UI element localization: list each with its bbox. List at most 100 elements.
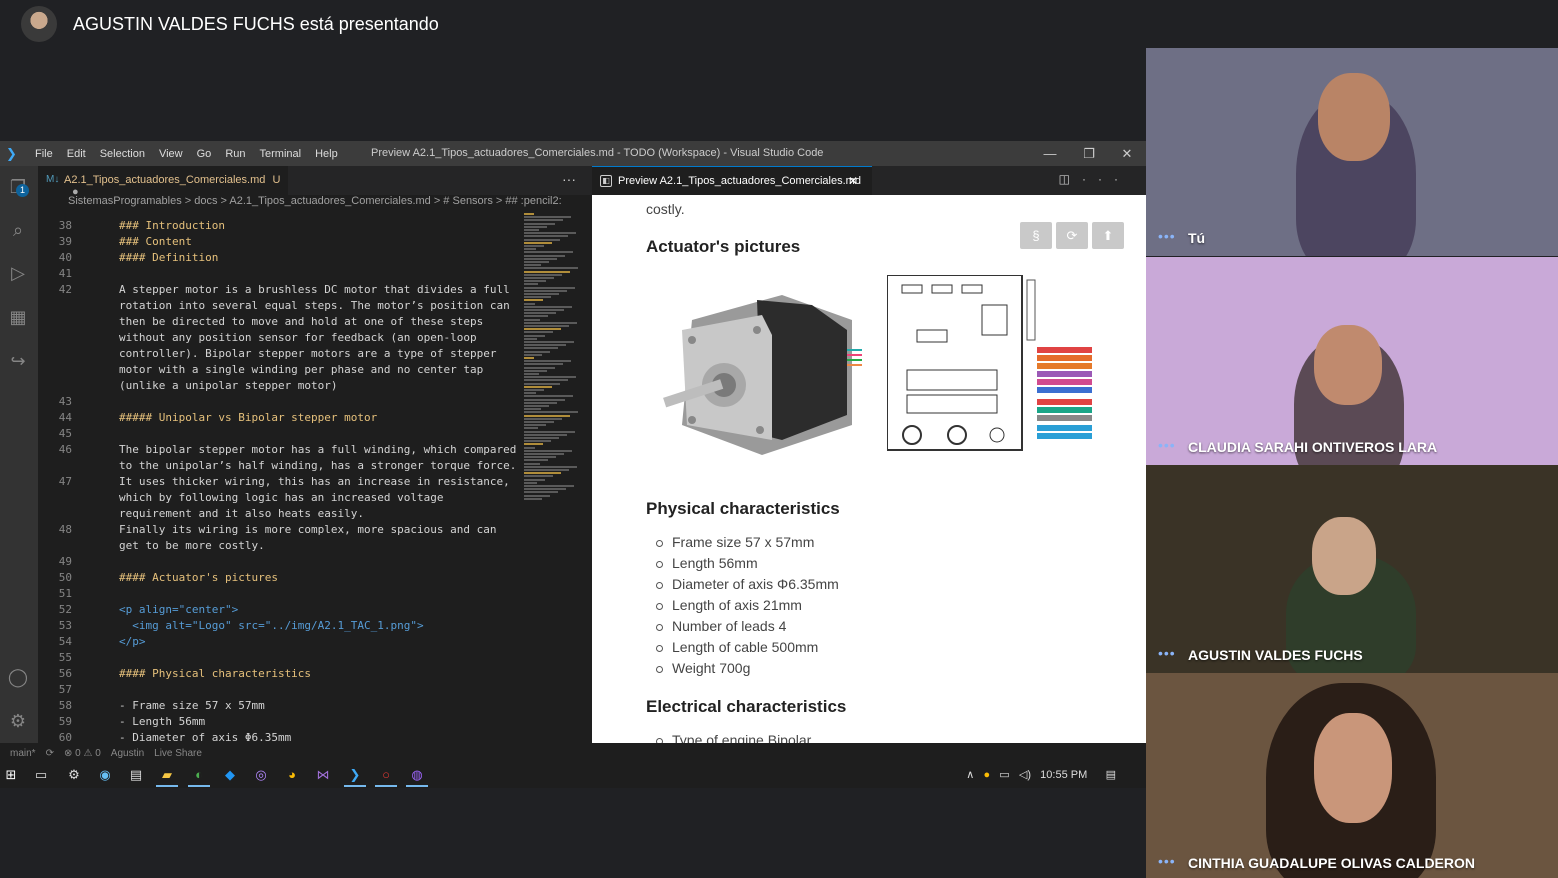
file-explorer-icon[interactable]: ▰	[159, 767, 175, 783]
minimap-line	[524, 417, 562, 420]
menu-run[interactable]: Run	[218, 148, 252, 160]
minimap-line	[524, 283, 538, 286]
browser-icon[interactable]: ◐	[191, 767, 207, 783]
app-icon[interactable]: ◆	[222, 767, 238, 783]
settings-gear-icon[interactable]: ⚙	[7, 710, 29, 732]
extensions-icon[interactable]: ▦	[7, 306, 29, 328]
code-line: - Diameter of axis Φ6.35mm	[119, 731, 292, 743]
tab-markdown-source[interactable]: M↓ A2.1_Tipos_actuadores_Comerciales.md …	[38, 166, 288, 198]
network-icon[interactable]: ▭	[999, 769, 1009, 781]
live-share-status[interactable]: Live Share	[154, 748, 202, 759]
minimap-line	[524, 395, 573, 398]
menu-terminal[interactable]: Terminal	[253, 148, 309, 160]
windows-start-icon[interactable]: ⊞	[3, 767, 19, 783]
menu-view[interactable]: View	[152, 148, 190, 160]
user-status[interactable]: Agustin	[111, 748, 144, 759]
more-options-icon[interactable]: •••	[1158, 645, 1176, 661]
tray-app-icon[interactable]: ●	[983, 769, 990, 781]
menu-file[interactable]: File	[28, 148, 60, 160]
minimap-line	[524, 232, 576, 235]
code-editor[interactable]: 38 ### Introduction 39 ### Content 40 #### De…	[38, 213, 518, 743]
accounts-icon[interactable]: ◯	[7, 666, 29, 688]
minimap-line	[524, 350, 550, 353]
preview-tab-label: Preview A2.1_Tipos_actuadores_Comerciale…	[618, 175, 861, 187]
more-options-icon[interactable]: •••	[1158, 437, 1176, 453]
settings-app-icon[interactable]: ⚙	[66, 767, 82, 783]
volume-icon[interactable]: ◁)	[1019, 769, 1031, 781]
more-options-icon[interactable]: •••	[1158, 228, 1176, 244]
menu-help[interactable]: Help	[308, 148, 345, 160]
visual-studio-icon[interactable]: ⋈	[315, 767, 331, 783]
taskbar-active-indicator	[375, 785, 397, 787]
restore-button[interactable]: ❐	[1070, 141, 1108, 166]
participant-tile-self[interactable]: ••• Tú	[1146, 48, 1558, 256]
participant-name: CINTHIA GUADALUPE OLIVAS CALDERON	[1188, 855, 1475, 871]
system-tray[interactable]: ∧ ● ▭ ◁) 10:55 PM ▤	[966, 768, 1116, 781]
tab-preview[interactable]: ◧ Preview A2.1_Tipos_actuadores_Comercia…	[592, 166, 872, 195]
menu-selection[interactable]: Selection	[93, 148, 152, 160]
problems-status[interactable]: ⊗ 0 ⚠ 0	[64, 748, 101, 759]
minimap-line	[524, 357, 534, 359]
task-view-icon[interactable]: ▭	[33, 767, 49, 783]
minimap-line	[524, 433, 567, 436]
heading-actuator-pictures: Actuator's pictures	[646, 237, 801, 256]
shared-screen-vscode[interactable]: ❯ File Edit Selection View Go Run Termin…	[0, 141, 1146, 788]
chrome-icon[interactable]: ◕	[284, 767, 300, 783]
minimap-line	[524, 222, 555, 225]
menu-go[interactable]: Go	[190, 148, 219, 160]
line-number: 47	[58, 475, 72, 488]
scroll-top-button[interactable]: ⬆	[1092, 222, 1124, 249]
breadcrumb[interactable]: SistemasProgramables > docs > A2.1_Tipos…	[38, 195, 592, 213]
minimap-line	[524, 280, 546, 283]
section-button[interactable]: §	[1020, 222, 1052, 249]
minimap-line	[524, 494, 550, 497]
messenger-icon[interactable]: ◍	[409, 767, 425, 783]
code-line: controller). Bipolar stepper motors are …	[119, 347, 497, 360]
code-line: without any position sensor for feedback…	[119, 331, 477, 344]
vscode-taskbar-icon[interactable]: ❯	[347, 767, 363, 783]
search-icon[interactable]: ⌕	[7, 219, 29, 241]
minimap-line	[524, 267, 578, 270]
tray-chevron-icon[interactable]: ∧	[966, 769, 974, 781]
minimap-line	[524, 369, 547, 372]
app-icon[interactable]: ▤	[128, 767, 144, 783]
heading-physical-characteristics: Physical characteristics	[646, 499, 840, 518]
more-options-icon[interactable]: •••	[1158, 853, 1176, 869]
minimap[interactable]	[520, 213, 580, 513]
participant-tile[interactable]: ••• CINTHIA GUADALUPE OLIVAS CALDERON	[1146, 673, 1558, 878]
list-item: Length of cable 500mm	[652, 637, 839, 658]
opera-icon[interactable]: ○	[378, 767, 394, 783]
minimap-line	[524, 315, 548, 318]
code-line: #### Physical characteristics	[119, 667, 312, 680]
clock[interactable]: 10:55 PM	[1040, 769, 1087, 781]
code-line: ### Introduction	[119, 219, 225, 232]
participant-tile[interactable]: ••• AGUSTIN VALDES FUCHS	[1146, 465, 1558, 673]
branch-status[interactable]: main*	[10, 748, 36, 759]
close-window-button[interactable]: ✕	[1108, 141, 1146, 166]
line-number: 38	[58, 219, 72, 232]
sync-icon[interactable]: ⟳	[46, 748, 54, 759]
minimap-line	[524, 251, 573, 254]
menu-edit[interactable]: Edit	[60, 148, 93, 160]
more-actions-icon[interactable]: ···	[562, 171, 576, 187]
steam-icon[interactable]: ◉	[97, 767, 113, 783]
minimap-line	[524, 277, 554, 279]
app-icon[interactable]: ◎	[253, 767, 269, 783]
refresh-button[interactable]: ⟳	[1056, 222, 1088, 249]
notifications-icon[interactable]: ▤	[1106, 769, 1116, 781]
live-share-icon[interactable]: ↪	[7, 350, 29, 372]
minimap-line	[524, 219, 563, 222]
close-tab-icon[interactable]: ✕	[848, 174, 858, 188]
minimap-line	[524, 453, 564, 455]
run-debug-icon[interactable]: ▷	[7, 262, 29, 284]
markdown-preview[interactable]: costly. Actuator's pictures § ⟳ ⬆ Physic…	[592, 195, 1146, 743]
split-editor-icon[interactable]: ◫···	[1059, 172, 1130, 186]
list-item: Weight 700g	[652, 658, 839, 679]
taskbar-active-indicator	[156, 785, 178, 787]
minimap-line	[524, 437, 559, 439]
minimize-button[interactable]: —	[1031, 141, 1069, 166]
activity-bar: ❐ 1 ⌕ ▷ ▦ ↪ ◯ ⚙	[0, 166, 38, 743]
participant-face	[1312, 517, 1376, 595]
participant-tile[interactable]: ••• CLAUDIA SARAHI ONTIVEROS LARA	[1146, 257, 1558, 465]
minimap-line	[524, 273, 562, 276]
